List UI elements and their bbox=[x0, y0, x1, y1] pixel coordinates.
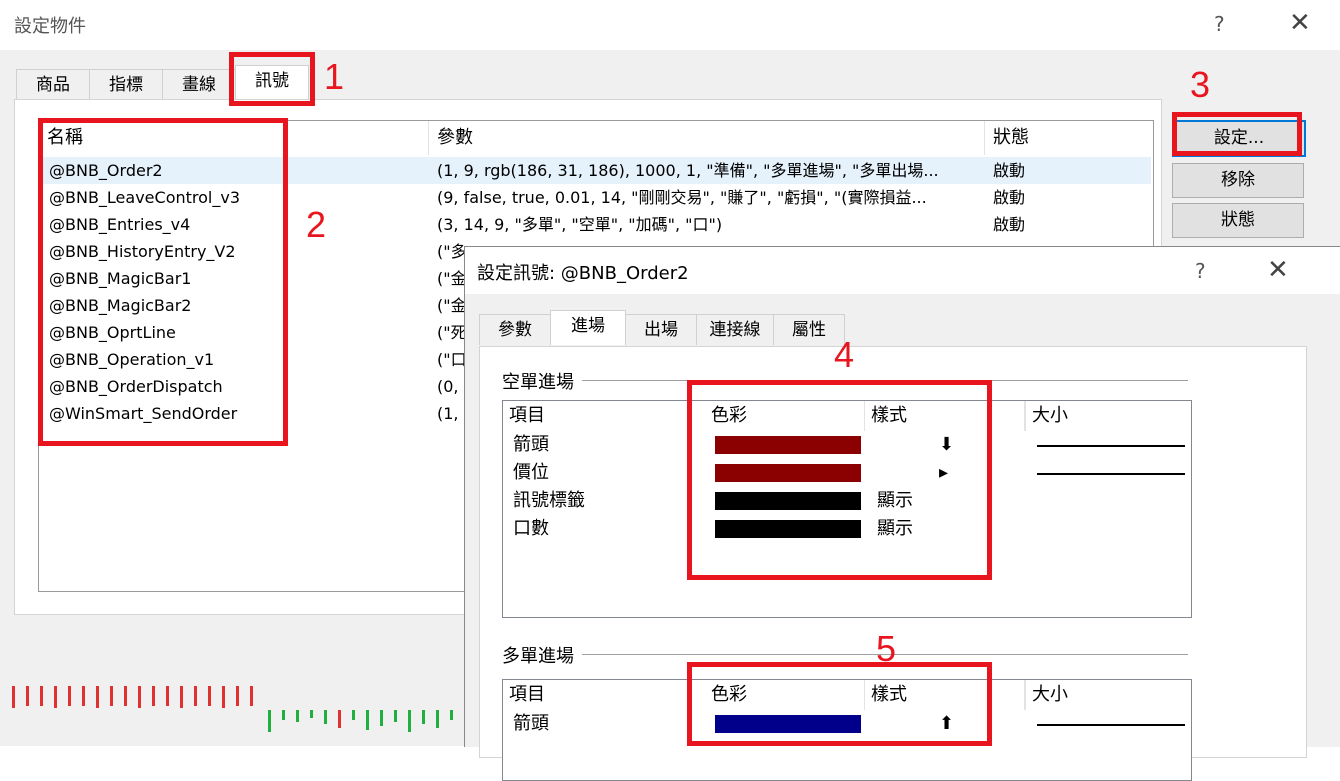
short-entry-group-label: 空單進場 bbox=[502, 368, 582, 394]
tab-entry[interactable]: 進場 bbox=[550, 310, 626, 345]
chart-bar bbox=[124, 686, 127, 706]
outer-titlebar: 設定物件 ? ✕ bbox=[0, 0, 1340, 50]
tab-parameters[interactable]: 參數 bbox=[479, 314, 551, 345]
row-params: (9, false, true, 0.01, 14, "剛剛交易", "賺了",… bbox=[437, 188, 927, 207]
chart-bar bbox=[222, 686, 225, 708]
tab-indicators[interactable]: 指標 bbox=[89, 69, 163, 100]
chart-bar bbox=[54, 686, 57, 708]
chart-bar bbox=[352, 710, 355, 720]
chart-bar bbox=[12, 686, 15, 708]
background-chart-bars bbox=[0, 686, 470, 746]
column-header-status[interactable]: 狀態 bbox=[985, 121, 1151, 155]
chart-bar bbox=[324, 710, 327, 724]
tab-products[interactable]: 商品 bbox=[16, 69, 90, 100]
grid-header-item: 項目 bbox=[509, 405, 545, 426]
grid-item-name[interactable]: 口數 bbox=[513, 515, 549, 543]
long-entry-group-label: 多單進場 bbox=[502, 642, 582, 668]
annotation-box-2 bbox=[38, 118, 288, 446]
chart-bar bbox=[436, 710, 439, 728]
inner-titlebar: 設定訊號: @BNB_Order2 ? ✕ bbox=[465, 247, 1340, 294]
chart-bar bbox=[282, 710, 285, 720]
chart-bar bbox=[82, 686, 85, 706]
row-params: (3, 14, 9, "多單", "空單", "加碼", "口") bbox=[437, 215, 723, 234]
inner-close-icon[interactable]: ✕ bbox=[1267, 255, 1289, 285]
chart-bar bbox=[310, 710, 313, 718]
tab-exit[interactable]: 出場 bbox=[625, 314, 697, 345]
annotation-box-5 bbox=[687, 662, 992, 746]
chart-bar bbox=[422, 710, 425, 724]
chart-bar bbox=[68, 686, 71, 706]
grid-item-name[interactable]: 箭頭 bbox=[513, 431, 549, 459]
chart-bar bbox=[366, 710, 369, 730]
grid-header-item: 項目 bbox=[509, 684, 545, 705]
chart-bar bbox=[180, 686, 183, 708]
inner-help-button[interactable]: ? bbox=[1195, 259, 1206, 283]
annotation-box-1 bbox=[229, 52, 315, 106]
grid-item-name[interactable]: 箭頭 bbox=[513, 710, 549, 738]
annotation-number-5: 5 bbox=[876, 628, 897, 669]
size-line-sample[interactable] bbox=[1037, 445, 1185, 447]
chart-bar bbox=[194, 686, 197, 706]
chart-bar bbox=[338, 710, 341, 728]
outer-close-icon[interactable]: ✕ bbox=[1289, 8, 1311, 38]
chart-bar bbox=[110, 686, 113, 706]
chart-bar bbox=[96, 686, 99, 708]
annotation-number-1: 1 bbox=[324, 56, 345, 97]
annotation-box-3 bbox=[1172, 112, 1302, 156]
chart-bar bbox=[408, 710, 411, 732]
chart-bar bbox=[450, 710, 453, 720]
chart-bar bbox=[268, 710, 271, 732]
outer-title: 設定物件 bbox=[14, 16, 86, 37]
row-status: 啟動 bbox=[993, 161, 1026, 180]
row-status: 啟動 bbox=[993, 188, 1026, 207]
chart-bar bbox=[208, 686, 211, 706]
row-status: 啟動 bbox=[993, 215, 1026, 234]
annotation-number-3: 3 bbox=[1190, 64, 1211, 105]
chart-bar bbox=[296, 710, 299, 722]
grid-item-name[interactable]: 價位 bbox=[513, 459, 549, 487]
grid-header-size: 大小 bbox=[1025, 401, 1189, 431]
annotation-number-2: 2 bbox=[306, 204, 327, 245]
chart-bar bbox=[394, 710, 397, 722]
remove-button[interactable]: 移除 bbox=[1172, 163, 1304, 198]
inner-tab-strip: 參數 進場 出場 連接線 屬性 bbox=[479, 310, 879, 346]
chart-bar bbox=[152, 686, 155, 706]
chart-bar bbox=[138, 686, 141, 708]
outer-help-button[interactable]: ? bbox=[1214, 12, 1225, 36]
tab-drawings[interactable]: 畫線 bbox=[162, 69, 236, 100]
column-header-params[interactable]: 參數 bbox=[429, 121, 985, 155]
chart-bar bbox=[236, 686, 239, 706]
chart-bar bbox=[26, 686, 29, 706]
grid-header-size: 大小 bbox=[1025, 680, 1189, 710]
size-line-sample[interactable] bbox=[1037, 473, 1185, 475]
grid-item-name[interactable]: 訊號標籤 bbox=[513, 487, 585, 515]
chart-bar bbox=[166, 686, 169, 706]
chart-bar bbox=[250, 686, 253, 706]
annotation-number-4: 4 bbox=[834, 334, 855, 375]
size-line-sample[interactable] bbox=[1037, 724, 1185, 726]
tab-connector[interactable]: 連接線 bbox=[696, 314, 774, 345]
annotation-box-4 bbox=[687, 380, 992, 580]
row-params: (1, 9, rgb(186, 31, 186), 1000, 1, "準備",… bbox=[437, 161, 939, 180]
inner-title: 設定訊號: @BNB_Order2 bbox=[477, 263, 689, 284]
chart-bar bbox=[380, 710, 383, 726]
chart-bar bbox=[40, 686, 43, 706]
status-button[interactable]: 狀態 bbox=[1172, 203, 1304, 238]
